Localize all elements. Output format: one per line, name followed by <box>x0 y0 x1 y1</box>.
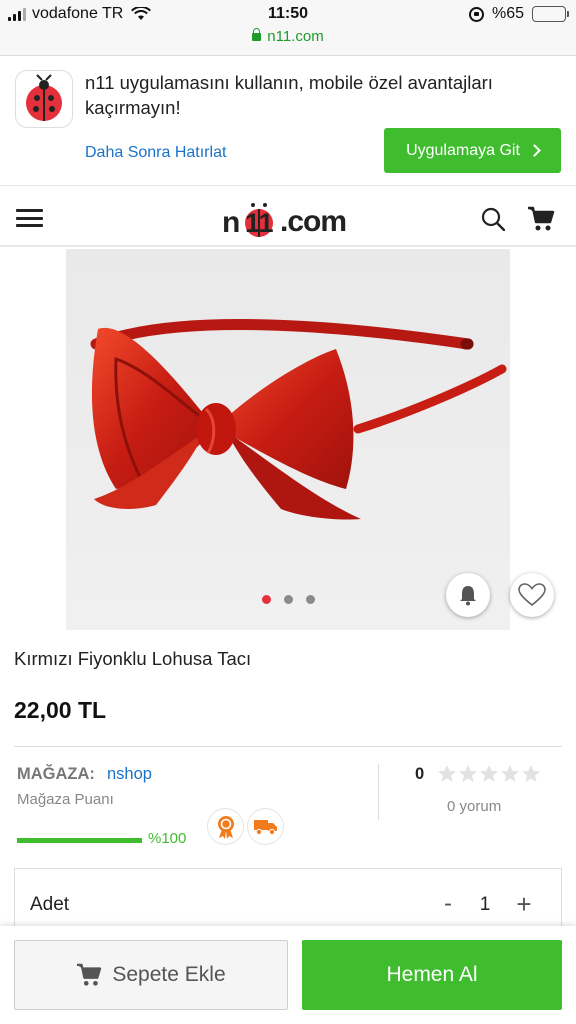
orientation-lock-icon <box>468 6 484 22</box>
review-count-link[interactable]: 0 yorum <box>447 798 501 815</box>
store-rating-label: Mağaza Puanı <box>17 791 114 808</box>
go-to-app-label: Uygulamaya Git <box>406 141 520 159</box>
divider <box>14 746 562 747</box>
product-image-gallery[interactable] <box>66 249 510 630</box>
svg-text:n: n <box>222 206 240 239</box>
n11-logo[interactable]: n 11 .com <box>222 199 347 239</box>
gallery-dot[interactable] <box>305 595 315 604</box>
award-ribbon-icon <box>217 815 234 839</box>
app-install-banner: n11 uygulamasını kullanın, mobile özel a… <box>0 56 576 186</box>
store-score-fill <box>17 838 142 843</box>
favorite-button[interactable] <box>510 573 554 617</box>
star-icon <box>522 765 540 782</box>
bell-icon <box>460 586 476 606</box>
banner-message: n11 uygulamasını kullanın, mobile özel a… <box>85 72 493 118</box>
vertical-divider <box>378 764 379 820</box>
search-icon[interactable] <box>481 207 505 231</box>
remind-later-link[interactable]: Daha Sonra Hatırlat <box>85 144 226 162</box>
fast-shipping-badge[interactable] <box>248 809 283 844</box>
logo-suffix: .com <box>280 205 347 238</box>
n11-app-icon <box>15 70 73 128</box>
quantity-label: Adet <box>30 894 70 915</box>
rating-stars[interactable] <box>437 764 541 784</box>
decrease-quantity-button[interactable]: - <box>436 887 460 921</box>
add-to-cart-label: Sepete Ekle <box>112 963 226 986</box>
product-title: Kırmızı Fiyonklu Lohusa Tacı <box>14 648 252 669</box>
star-icon <box>501 765 519 782</box>
price-alert-button[interactable] <box>446 573 490 617</box>
buy-now-label: Hemen Al <box>386 963 478 986</box>
status-bar: vodafone TR 11:50 n11.com %65 <box>0 0 576 56</box>
go-to-app-button[interactable]: Uygulamaya Git <box>384 128 561 173</box>
url-text: n11.com <box>267 28 324 45</box>
buy-now-button[interactable]: Hemen Al <box>302 940 562 1010</box>
svg-text:11: 11 <box>245 208 274 238</box>
product-price: 22,00 TL <box>14 697 107 723</box>
site-header: n 11 .com <box>0 187 576 247</box>
battery-percent: %65 <box>491 5 524 22</box>
store-score-bar <box>17 838 142 843</box>
award-badge[interactable] <box>208 809 243 844</box>
store-label: MAĞAZA: <box>17 765 95 783</box>
address-bar[interactable]: n11.com <box>0 28 576 45</box>
battery-icon <box>532 6 569 22</box>
cart-icon[interactable] <box>527 206 555 232</box>
truck-icon <box>253 819 277 835</box>
gallery-dot[interactable] <box>261 595 271 604</box>
star-icon <box>480 765 498 782</box>
hamburger-menu-icon[interactable] <box>16 209 43 227</box>
increase-quantity-button[interactable]: + <box>511 887 537 921</box>
star-icon <box>459 765 477 782</box>
status-right: %65 <box>468 5 569 23</box>
star-icon <box>438 765 456 782</box>
product-image <box>66 249 510 630</box>
heart-icon <box>518 583 546 607</box>
lock-icon <box>252 28 262 41</box>
chevron-right-icon <box>528 144 541 157</box>
add-to-cart-button[interactable]: Sepete Ekle <box>14 940 288 1010</box>
n11-logo-mark: n 11 <box>222 203 274 239</box>
store-score-text: %100 <box>148 830 187 847</box>
gallery-dot[interactable] <box>283 595 293 604</box>
gallery-pagination <box>66 595 510 604</box>
bottom-action-bar: Sepete Ekle Hemen Al <box>0 926 576 1024</box>
store-name-link[interactable]: nshop <box>107 765 152 784</box>
rating-value: 0 <box>415 765 425 783</box>
quantity-value[interactable]: 1 <box>473 894 497 916</box>
cart-icon <box>77 963 102 986</box>
